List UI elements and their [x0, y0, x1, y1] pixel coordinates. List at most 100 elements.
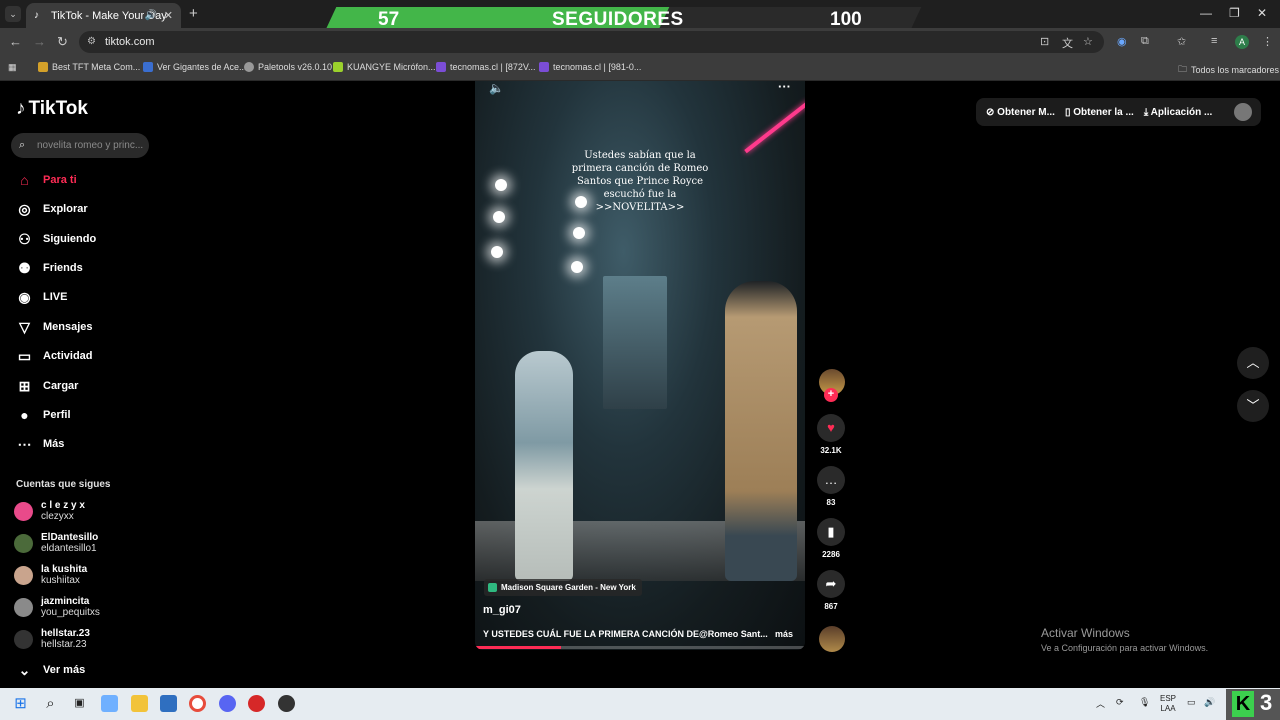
store-icon[interactable] [160, 695, 177, 712]
translate-icon[interactable]: 文 [1062, 35, 1073, 51]
chevron-down-icon: ⌄ [18, 661, 31, 678]
microphone-icon[interactable]: 🎙 [1139, 697, 1150, 708]
browser-tab[interactable]: ♪ TikTok - Make Your Day 🔊 ✕ [26, 3, 181, 28]
save-count: 2286 [822, 550, 840, 559]
heart-icon[interactable]: ♥ [817, 414, 845, 442]
following-account[interactable]: la kushita kushiitax [14, 564, 87, 586]
bookmark-item[interactable]: tecnomas.cl | [981-0... [539, 62, 641, 72]
forward-icon[interactable]: → [33, 34, 46, 49]
tab-search-button[interactable]: ⌄ [5, 6, 21, 22]
get-coins-button[interactable]: ⊘ Obtener M... [986, 107, 1055, 118]
new-tab-button[interactable]: + [189, 5, 198, 22]
app-icon[interactable] [278, 695, 295, 712]
sync-icon[interactable]: ⟳ [1116, 697, 1124, 708]
chrome-icon[interactable] [189, 695, 206, 712]
nav-para-ti[interactable]: ⌂ Para ti [16, 170, 76, 190]
speaker-icon[interactable]: 🔊 [1204, 697, 1215, 708]
user-avatar[interactable] [1234, 103, 1252, 121]
more-options-icon[interactable]: ··· [778, 81, 791, 94]
nav-siguiendo[interactable]: ⚇ Siguiendo [16, 229, 96, 249]
share-count: 867 [824, 602, 838, 611]
stage-light [493, 211, 505, 223]
bookmark-item[interactable]: Paletools v26.0.10 [244, 62, 332, 72]
site-info-icon[interactable]: ⚙ [87, 31, 96, 53]
task-view-icon[interactable]: ▣ [71, 695, 88, 712]
nav-perfil[interactable]: ● Perfil [16, 405, 70, 425]
previous-video-button[interactable]: ︿ [1237, 347, 1269, 379]
bookmark-favicon-icon [539, 62, 549, 72]
language-indicator[interactable]: ESP LAA [1160, 694, 1176, 714]
video-progress-fill [475, 646, 561, 649]
following-account[interactable]: ElDantesillo eldantesillo1 [14, 532, 98, 554]
bookmark-item[interactable]: Ver Gigantes de Ace... [143, 62, 247, 72]
following-account[interactable]: jazmincita you_pequitxs [14, 596, 100, 618]
nav-mensajes[interactable]: ▽ Mensajes [16, 317, 92, 337]
network-icon[interactable]: ▭ [1187, 697, 1196, 708]
search-input[interactable]: ⌕ novelita romeo y princ... [11, 133, 149, 158]
stage-laser [744, 100, 805, 154]
apps-icon[interactable]: ▦ [8, 62, 17, 73]
volume-icon[interactable]: 🔈 [489, 81, 504, 95]
share-action[interactable]: ➦ 867 [816, 570, 846, 611]
window-close-icon[interactable]: ✕ [1257, 6, 1267, 20]
video-description: Y USTEDES CUÁL FUE LA PRIMERA CANCIÓN DE… [483, 629, 793, 639]
bookmark-item[interactable]: tecnomas.cl | [872V... [436, 62, 536, 72]
video-player[interactable]: Ustedes sabían que la primera canción de… [475, 81, 805, 650]
pc-app-button[interactable]: ⤓ Aplicación ... [1144, 107, 1213, 118]
music-disc-icon[interactable] [819, 626, 845, 652]
next-video-button[interactable]: ﹀ [1237, 390, 1269, 422]
following-account[interactable]: c l e z y x clezyxx [14, 500, 85, 522]
get-app-button[interactable]: ▯ Obtener la ... [1065, 107, 1134, 118]
bookmark-star-icon[interactable]: ☆ [1083, 35, 1093, 48]
nav-actividad[interactable]: ▭ Actividad [16, 346, 93, 366]
menu-icon[interactable]: ⋮ [1262, 35, 1273, 48]
back-icon[interactable]: ← [9, 34, 22, 49]
tray-overflow-icon[interactable]: ︿ [1096, 697, 1105, 710]
tab-audio-icon[interactable]: 🔊 [145, 10, 157, 21]
follow-plus-button[interactable]: + [824, 388, 838, 402]
install-app-icon[interactable]: ⊡ [1040, 35, 1049, 48]
nav-mas[interactable]: ⋯ Más [16, 434, 65, 454]
file-explorer-icon[interactable] [131, 695, 148, 712]
url-text: tiktok.com [105, 36, 155, 48]
address-bar[interactable]: ⚙ tiktok.com [79, 31, 1104, 53]
bookmark-item[interactable]: KUANGYE Micrófon... [333, 62, 436, 72]
tab-close-icon[interactable]: ✕ [164, 9, 173, 22]
video-progress[interactable] [475, 646, 805, 649]
favorites-icon[interactable]: ✩ [1177, 35, 1186, 48]
restore-icon[interactable]: ❐ [1229, 6, 1240, 20]
tiktok-logo[interactable]: ♪ TikTok [16, 98, 88, 120]
chevron-down-icon: ﹀ [1246, 398, 1260, 413]
search-icon[interactable]: ⌕ [42, 695, 59, 712]
nav-cargar[interactable]: ⊞ Cargar [16, 376, 79, 396]
video-author[interactable]: m_gi07 [483, 604, 521, 616]
discord-icon[interactable] [219, 695, 236, 712]
reload-icon[interactable]: ↻ [57, 34, 68, 50]
comment-action[interactable]: … 83 [816, 466, 846, 507]
see-more-button[interactable]: ⌄ Ver más [16, 660, 86, 680]
copilot-icon[interactable] [101, 695, 118, 712]
badge-number: 3 [1260, 690, 1273, 715]
start-icon[interactable]: ⊞ [12, 695, 29, 712]
more-link[interactable]: más [775, 629, 793, 639]
tiktok-page: ♪ TikTok ⌕ novelita romeo y princ... ⌂ Pa… [0, 81, 1280, 688]
performer [515, 351, 573, 581]
save-action[interactable]: ▮ 2286 [816, 518, 846, 559]
profile-avatar[interactable]: A [1235, 35, 1249, 49]
minimize-icon[interactable]: — [1200, 6, 1212, 20]
app-icon[interactable] [248, 695, 265, 712]
following-account[interactable]: hellstar.23 hellstar.23 [14, 628, 90, 650]
comment-icon[interactable]: … [817, 466, 845, 494]
nav-live[interactable]: ◉ LIVE [16, 287, 67, 307]
nav-friends[interactable]: ⚉ Friends [16, 258, 83, 278]
share-icon[interactable]: ➦ [817, 570, 845, 598]
extension-audio-icon[interactable]: ◉ [1117, 35, 1127, 48]
all-bookmarks[interactable]: 🗀 Todos los marcadores [1178, 62, 1279, 78]
bookmark-icon[interactable]: ▮ [817, 518, 845, 546]
nav-explorar[interactable]: ◎ Explorar [16, 199, 87, 219]
media-control-icon[interactable]: ≡ [1211, 35, 1217, 47]
extensions-icon[interactable]: ⧉ [1141, 35, 1149, 48]
like-action[interactable]: ♥ 32.1K [816, 414, 846, 455]
bookmark-item[interactable]: Best TFT Meta Com... [38, 62, 140, 72]
location-tag[interactable]: Madison Square Garden - New York [484, 579, 642, 596]
